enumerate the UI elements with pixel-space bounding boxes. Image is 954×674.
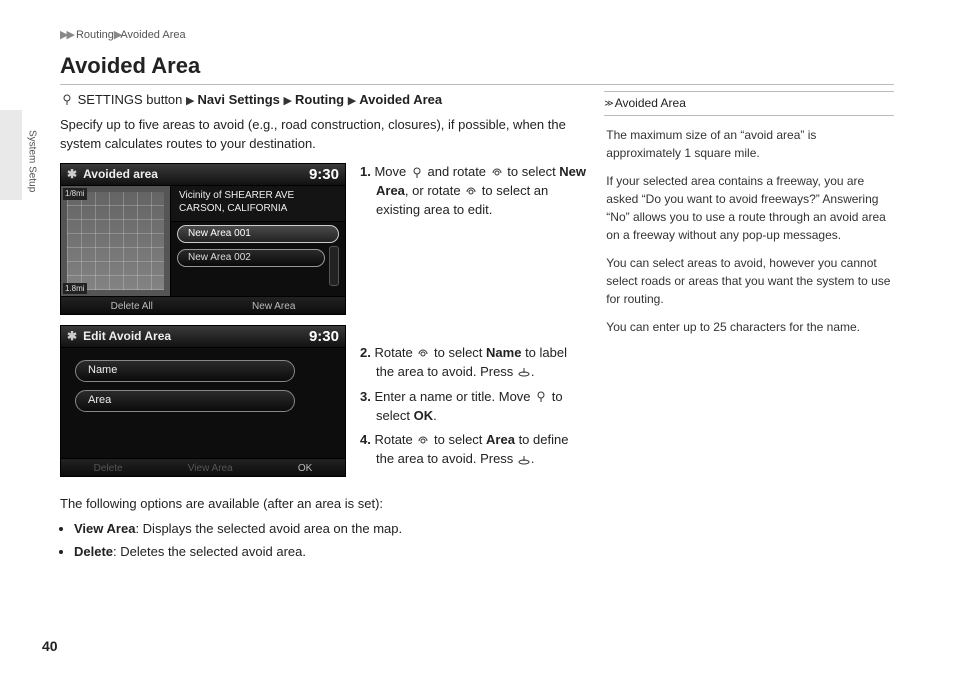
step-4: 4. Rotate to select Area to define the a… bbox=[360, 431, 586, 469]
footer-view-area[interactable]: View Area bbox=[188, 462, 233, 477]
list-item[interactable]: New Area 001 bbox=[177, 225, 339, 243]
device-footer: Delete View Area OK bbox=[61, 458, 345, 477]
rotate-icon bbox=[490, 167, 504, 179]
instruction-steps: 1. Move and rotate to select New Area, o… bbox=[360, 163, 586, 487]
step-3: 3. Enter a name or title. Move to select… bbox=[360, 388, 586, 426]
step-text: Move bbox=[374, 164, 409, 179]
side-note: You can enter up to 25 characters for th… bbox=[606, 318, 892, 336]
scale-bottom: 1.8mi bbox=[63, 283, 87, 295]
chevron-icon: ▶▶ bbox=[60, 29, 73, 41]
step-text: . bbox=[531, 451, 535, 466]
move-icon bbox=[410, 167, 424, 179]
list-item[interactable]: New Area 002 bbox=[177, 249, 325, 267]
screenshot-avoided-area: ✱ Avoided area 9:30 1/8mi 1.8mi Vicinity… bbox=[60, 163, 346, 315]
step-text: Enter a name or title. Move bbox=[374, 389, 534, 404]
step-text: to select bbox=[430, 345, 486, 360]
device-title: Avoided area bbox=[83, 166, 158, 183]
page-number: 40 bbox=[42, 636, 58, 656]
main-column: SETTINGS button ▶ Navi Settings ▶ Routin… bbox=[60, 91, 586, 566]
option-desc: : Deletes the selected avoid area. bbox=[113, 544, 306, 559]
step-bold: Name bbox=[486, 345, 521, 360]
clock: 9:30 bbox=[309, 164, 339, 186]
vicinity-line1: Vicinity of SHEARER AVE bbox=[179, 190, 337, 203]
area-list: Vicinity of SHEARER AVE CARSON, CALIFORN… bbox=[171, 186, 345, 296]
footer-ok[interactable]: OK bbox=[298, 462, 312, 477]
scale-top: 1/8mi bbox=[63, 188, 87, 200]
option-name: Delete bbox=[74, 544, 113, 559]
after-options-text: The following options are available (aft… bbox=[60, 495, 586, 514]
step-text: , or rotate bbox=[405, 183, 464, 198]
clock: 9:30 bbox=[309, 326, 339, 348]
breadcrumb-l1: Routing bbox=[76, 29, 114, 41]
footer-delete[interactable]: Delete bbox=[94, 462, 123, 477]
gear-icon: ✱ bbox=[67, 166, 77, 183]
settings-knob-icon bbox=[60, 94, 74, 106]
chevron-icon: ▶ bbox=[348, 95, 360, 107]
screenshot-edit-avoid-area: ✱ Edit Avoid Area 9:30 Name Area Delete … bbox=[60, 325, 346, 477]
nav-step: Routing bbox=[295, 92, 344, 107]
step-bold: Area bbox=[486, 432, 515, 447]
option-name: View Area bbox=[74, 521, 135, 536]
step-text: to select bbox=[504, 164, 560, 179]
marker-icon: ≫ bbox=[604, 97, 610, 110]
device-header: ✱ Edit Avoid Area 9:30 bbox=[61, 326, 345, 348]
footer-delete-all[interactable]: Delete All bbox=[111, 300, 153, 315]
side-tab bbox=[0, 110, 22, 200]
side-note: You can select areas to avoid, however y… bbox=[606, 254, 892, 308]
rotate-icon bbox=[416, 435, 430, 447]
vicinity-text: Vicinity of SHEARER AVE CARSON, CALIFORN… bbox=[171, 186, 345, 222]
option-view-area: View Area: Displays the selected avoid a… bbox=[74, 520, 586, 539]
press-icon bbox=[517, 366, 531, 378]
step-text: Rotate bbox=[374, 345, 416, 360]
nav-path: SETTINGS button ▶ Navi Settings ▶ Routin… bbox=[60, 91, 586, 110]
step-text: . bbox=[433, 408, 437, 423]
breadcrumb: ▶▶ Routing▶Avoided Area bbox=[60, 28, 894, 44]
option-delete: Delete: Deletes the selected avoid area. bbox=[74, 543, 586, 562]
scrollbar[interactable] bbox=[329, 246, 339, 286]
press-icon bbox=[517, 454, 531, 466]
chevron-icon: ▶ bbox=[186, 95, 198, 107]
section-label: System Setup bbox=[24, 130, 39, 192]
move-icon bbox=[534, 391, 548, 403]
options-list: View Area: Displays the selected avoid a… bbox=[60, 520, 586, 562]
page-title: Avoided Area bbox=[60, 50, 894, 85]
side-column: ≫ Avoided Area The maximum size of an “a… bbox=[604, 91, 894, 566]
step-1: 1. Move and rotate to select New Area, o… bbox=[360, 163, 586, 220]
device-title: Edit Avoid Area bbox=[83, 328, 171, 345]
name-field[interactable]: Name bbox=[75, 360, 295, 382]
nav-step: Avoided Area bbox=[359, 92, 442, 107]
gear-icon: ✱ bbox=[67, 328, 77, 345]
side-heading-text: Avoided Area bbox=[615, 95, 686, 112]
step-text: and rotate bbox=[424, 164, 490, 179]
nav-prefix: SETTINGS button bbox=[78, 92, 183, 107]
side-note: If your selected area contains a freeway… bbox=[606, 172, 892, 244]
device-header: ✱ Avoided area 9:30 bbox=[61, 164, 345, 186]
chevron-icon: ▶ bbox=[284, 95, 296, 107]
map-preview: 1/8mi 1.8mi bbox=[61, 186, 171, 296]
step-text: . bbox=[531, 364, 535, 379]
footer-new-area[interactable]: New Area bbox=[252, 300, 295, 315]
area-field[interactable]: Area bbox=[75, 390, 295, 412]
step-text: Rotate bbox=[374, 432, 416, 447]
side-heading: ≫ Avoided Area bbox=[604, 91, 894, 116]
nav-step: Navi Settings bbox=[198, 92, 280, 107]
device-footer: Delete All New Area bbox=[61, 296, 345, 315]
side-note: The maximum size of an “avoid area” is a… bbox=[606, 126, 892, 162]
intro-text: Specify up to five areas to avoid (e.g.,… bbox=[60, 116, 586, 154]
step-text: to select bbox=[430, 432, 486, 447]
step-2: 2. Rotate to select Name to label the ar… bbox=[360, 344, 586, 382]
vicinity-line2: CARSON, CALIFORNIA bbox=[179, 203, 337, 216]
rotate-icon bbox=[464, 186, 478, 198]
breadcrumb-l2: Avoided Area bbox=[120, 29, 185, 41]
step-bold: OK bbox=[414, 408, 434, 423]
option-desc: : Displays the selected avoid area on th… bbox=[135, 521, 402, 536]
rotate-icon bbox=[416, 348, 430, 360]
